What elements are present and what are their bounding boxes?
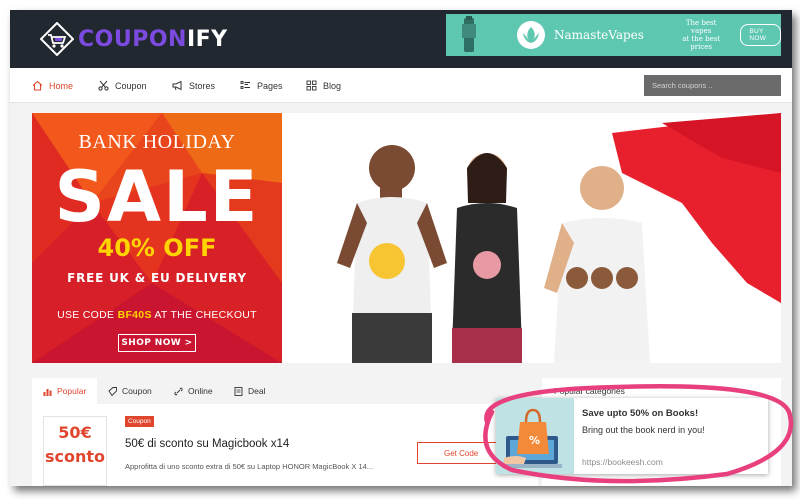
coupon-value: 50€ bbox=[58, 423, 92, 442]
banner-code-line: USE CODE BF40S AT THE CHECKOUT bbox=[32, 309, 282, 321]
tab-label-online: Online bbox=[188, 386, 213, 396]
coupon-type-badge: Coupon bbox=[125, 416, 154, 427]
nav-label-coupon: Coupon bbox=[115, 80, 147, 91]
ad-brand-name: NamasteVapes bbox=[554, 28, 644, 42]
coupon-cart-icon bbox=[39, 21, 75, 57]
ad-tagline-line2: at the best prices bbox=[682, 35, 721, 51]
header-ad-banner[interactable]: NamasteVapes The best vapes at the best … bbox=[446, 14, 781, 56]
main-navbar: Home Coupon Stores Pages Blog Search cou… bbox=[10, 68, 792, 103]
ad-tagline: The best vapes at the best prices bbox=[680, 19, 722, 51]
nav-label-blog: Blog bbox=[323, 80, 342, 91]
ad-tagline-line1: The best vapes bbox=[685, 19, 717, 35]
nav-item-stores[interactable]: Stores bbox=[172, 68, 215, 103]
banner-code-suffix: AT THE CHECKOUT bbox=[151, 309, 257, 321]
site-header: COUPONIFY NamasteVapes The best vapes at… bbox=[10, 10, 792, 68]
nav-item-home[interactable]: Home bbox=[32, 68, 73, 103]
megaphone-icon bbox=[172, 80, 182, 91]
document-icon bbox=[234, 386, 243, 396]
deal-title[interactable]: 50€ di sconto su Magicbook x14 bbox=[125, 438, 289, 450]
logo-text-coupon: COUPON bbox=[78, 26, 187, 52]
shop-now-button[interactable]: SHOP NOW > bbox=[118, 334, 196, 352]
banner-code: BF40S bbox=[117, 309, 152, 321]
tag-icon bbox=[108, 386, 117, 396]
tab-label-popular: Popular bbox=[57, 386, 87, 396]
popup-url[interactable]: https://bookeesh.com bbox=[582, 457, 663, 467]
vape-device-icon bbox=[458, 16, 480, 54]
nav-item-pages[interactable]: Pages bbox=[240, 68, 283, 103]
nav-label-stores: Stores bbox=[189, 80, 216, 91]
nav-item-blog[interactable]: Blog bbox=[306, 68, 341, 103]
grid-icon bbox=[306, 80, 317, 91]
tab-label-coupon: Coupon bbox=[122, 386, 152, 396]
tshirt-models-image bbox=[337, 113, 781, 363]
site-logo[interactable]: COUPONIFY bbox=[39, 21, 228, 57]
home-icon bbox=[32, 80, 43, 91]
banner-delivery: FREE UK & EU DELIVERY bbox=[67, 271, 247, 285]
banner-code-prefix: USE CODE bbox=[57, 309, 118, 321]
coupon-value-label: sconto bbox=[44, 447, 106, 466]
tab-bar: Popular Coupon Online Deal bbox=[32, 378, 538, 404]
banner-bank-holiday: BANK HOLIDAY bbox=[78, 131, 236, 153]
nav-label-pages: Pages bbox=[257, 80, 283, 91]
tab-coupon[interactable]: Coupon bbox=[108, 378, 152, 404]
tab-label-deal: Deal bbox=[248, 386, 266, 396]
coupon-value-box[interactable]: 50€ sconto bbox=[43, 416, 107, 486]
sale-promo-panel: BANK HOLIDAY SALE 40% OFF FREE UK & EU D… bbox=[32, 113, 282, 363]
nav-item-coupon[interactable]: Coupon bbox=[98, 68, 147, 103]
popular-categories-title: Popular categories bbox=[554, 386, 625, 396]
ad-buy-now-button[interactable]: BUY NOW bbox=[740, 24, 781, 46]
tab-deal[interactable]: Deal bbox=[234, 378, 265, 404]
nav-label-home: Home bbox=[49, 80, 74, 91]
get-code-button[interactable]: Get Code bbox=[417, 442, 499, 464]
search-input[interactable]: Search coupons .. bbox=[644, 75, 781, 96]
svg-text:%: % bbox=[529, 434, 540, 447]
coupon-list-panel: Popular Coupon Online Deal 50€ sconto Co… bbox=[32, 378, 538, 486]
tab-popular[interactable]: Popular bbox=[32, 378, 98, 404]
deal-description: Approfitta di uno sconto extra di 50€ su… bbox=[125, 462, 374, 471]
logo-text-ify: IFY bbox=[186, 26, 228, 52]
tab-online[interactable]: Online bbox=[174, 378, 213, 404]
banner-sale: SALE bbox=[54, 156, 260, 238]
notification-popup[interactable]: % Save upto 50% on Books! Bring out the … bbox=[496, 398, 768, 474]
banner-discount: 40% OFF bbox=[97, 234, 217, 262]
hero-banner[interactable]: BANK HOLIDAY SALE 40% OFF FREE UK & EU D… bbox=[32, 113, 781, 363]
lotus-icon bbox=[516, 20, 546, 50]
bar-chart-icon bbox=[43, 388, 52, 396]
scissors-icon bbox=[98, 80, 109, 91]
popup-subtitle: Bring out the book nerd in you! bbox=[582, 425, 705, 435]
link-icon bbox=[174, 386, 183, 396]
list-icon bbox=[240, 81, 250, 89]
popup-title: Save upto 50% on Books! bbox=[582, 408, 699, 419]
shopping-bag-laptop-icon: % bbox=[496, 398, 574, 474]
